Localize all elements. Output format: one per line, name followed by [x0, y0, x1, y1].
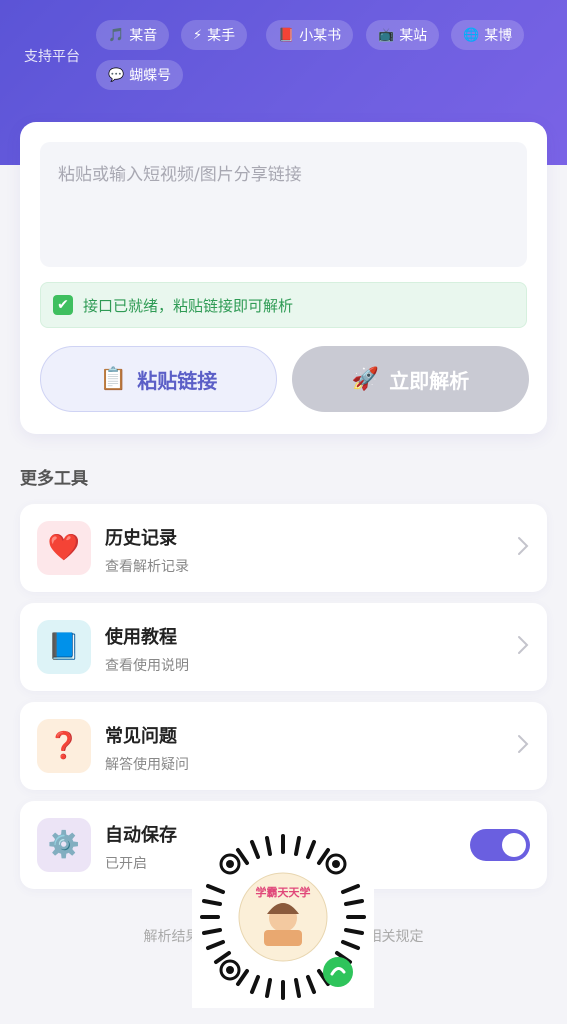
- check-icon: ✔: [53, 295, 73, 315]
- platform-chip-label: 某手: [207, 28, 236, 44]
- tool-item-title: 使用教程: [105, 627, 177, 648]
- rocket-icon: 🚀: [351, 366, 380, 392]
- platform-chip-label: 某博: [484, 28, 513, 44]
- music-note-icon: 🎵: [108, 27, 125, 43]
- platform-chip[interactable]: 🌐 某博: [451, 20, 525, 50]
- gear-icon: ⚙️: [37, 818, 91, 872]
- chat-bubble-icon: 💬: [108, 67, 125, 83]
- chevron-right-icon: [518, 537, 529, 555]
- chevron-right-icon: [518, 735, 529, 753]
- clipboard-icon: 📋: [99, 366, 128, 392]
- globe-icon: 🌐: [463, 27, 480, 43]
- tool-item-subtitle: 查看使用说明: [105, 658, 189, 674]
- section-title-tools: 更多工具: [20, 469, 88, 489]
- tool-item-title: 历史记录: [105, 528, 177, 549]
- question-icon: ❓: [37, 719, 91, 773]
- parse-card: ✔ 接口已就绪，粘贴链接即可解析 📋 粘贴链接 🚀 立即解析: [20, 122, 547, 434]
- platform-chip-label: 某音: [129, 28, 158, 44]
- parse-now-label: 立即解析: [389, 368, 470, 393]
- platform-chip-label: 某站: [399, 28, 428, 44]
- platform-chip-label: 蝴蝶号: [129, 68, 172, 84]
- parse-now-button[interactable]: 🚀 立即解析: [292, 346, 529, 412]
- tool-item-title: 常见问题: [105, 726, 177, 747]
- tool-item-history[interactable]: ❤️ 历史记录 查看解析记录: [20, 504, 547, 592]
- link-input[interactable]: [40, 142, 527, 267]
- auto-save-toggle[interactable]: [470, 829, 530, 861]
- heart-icon: ❤️: [37, 521, 91, 575]
- tool-item-subtitle: 查看解析记录: [105, 559, 189, 575]
- qr-code-image: [200, 834, 366, 1000]
- paste-link-button[interactable]: 📋 粘贴链接: [40, 346, 277, 412]
- platform-chip[interactable]: 💬 蝴蝶号: [96, 60, 184, 90]
- lightning-icon: ⚡: [193, 27, 203, 43]
- chevron-right-icon: [518, 636, 529, 654]
- platform-chip[interactable]: ⚡ 某手: [181, 20, 248, 50]
- platform-chip-label: 小某书: [299, 28, 342, 44]
- paste-link-label: 粘贴链接: [137, 368, 218, 393]
- platform-chip[interactable]: 📕 小某书: [266, 20, 354, 50]
- platform-chip[interactable]: 🎵 某音: [96, 20, 170, 50]
- tool-item-faq[interactable]: ❓ 常见问题 解答使用疑问: [20, 702, 547, 790]
- book-icon: 📘: [37, 620, 91, 674]
- mini-program-qr-code[interactable]: 学霸天天学: [192, 826, 374, 1008]
- qr-badge-text: 学霸天天学: [255, 886, 311, 899]
- platform-label: 支持平台: [24, 49, 80, 65]
- toggle-knob: [502, 833, 526, 857]
- red-book-icon: 📕: [278, 27, 295, 43]
- tool-item-subtitle: 解答使用疑问: [105, 757, 189, 773]
- status-text: 接口已就绪，粘贴链接即可解析: [83, 296, 294, 315]
- tool-item-subtitle: 已开启: [105, 856, 147, 872]
- platform-chip[interactable]: 📺 某站: [366, 20, 440, 50]
- tool-item-title: 自动保存: [105, 825, 177, 846]
- status-banner: ✔ 接口已就绪，粘贴链接即可解析: [40, 282, 527, 328]
- tv-icon: 📺: [378, 27, 395, 43]
- tool-item-tutorial[interactable]: 📘 使用教程 查看使用说明: [20, 603, 547, 691]
